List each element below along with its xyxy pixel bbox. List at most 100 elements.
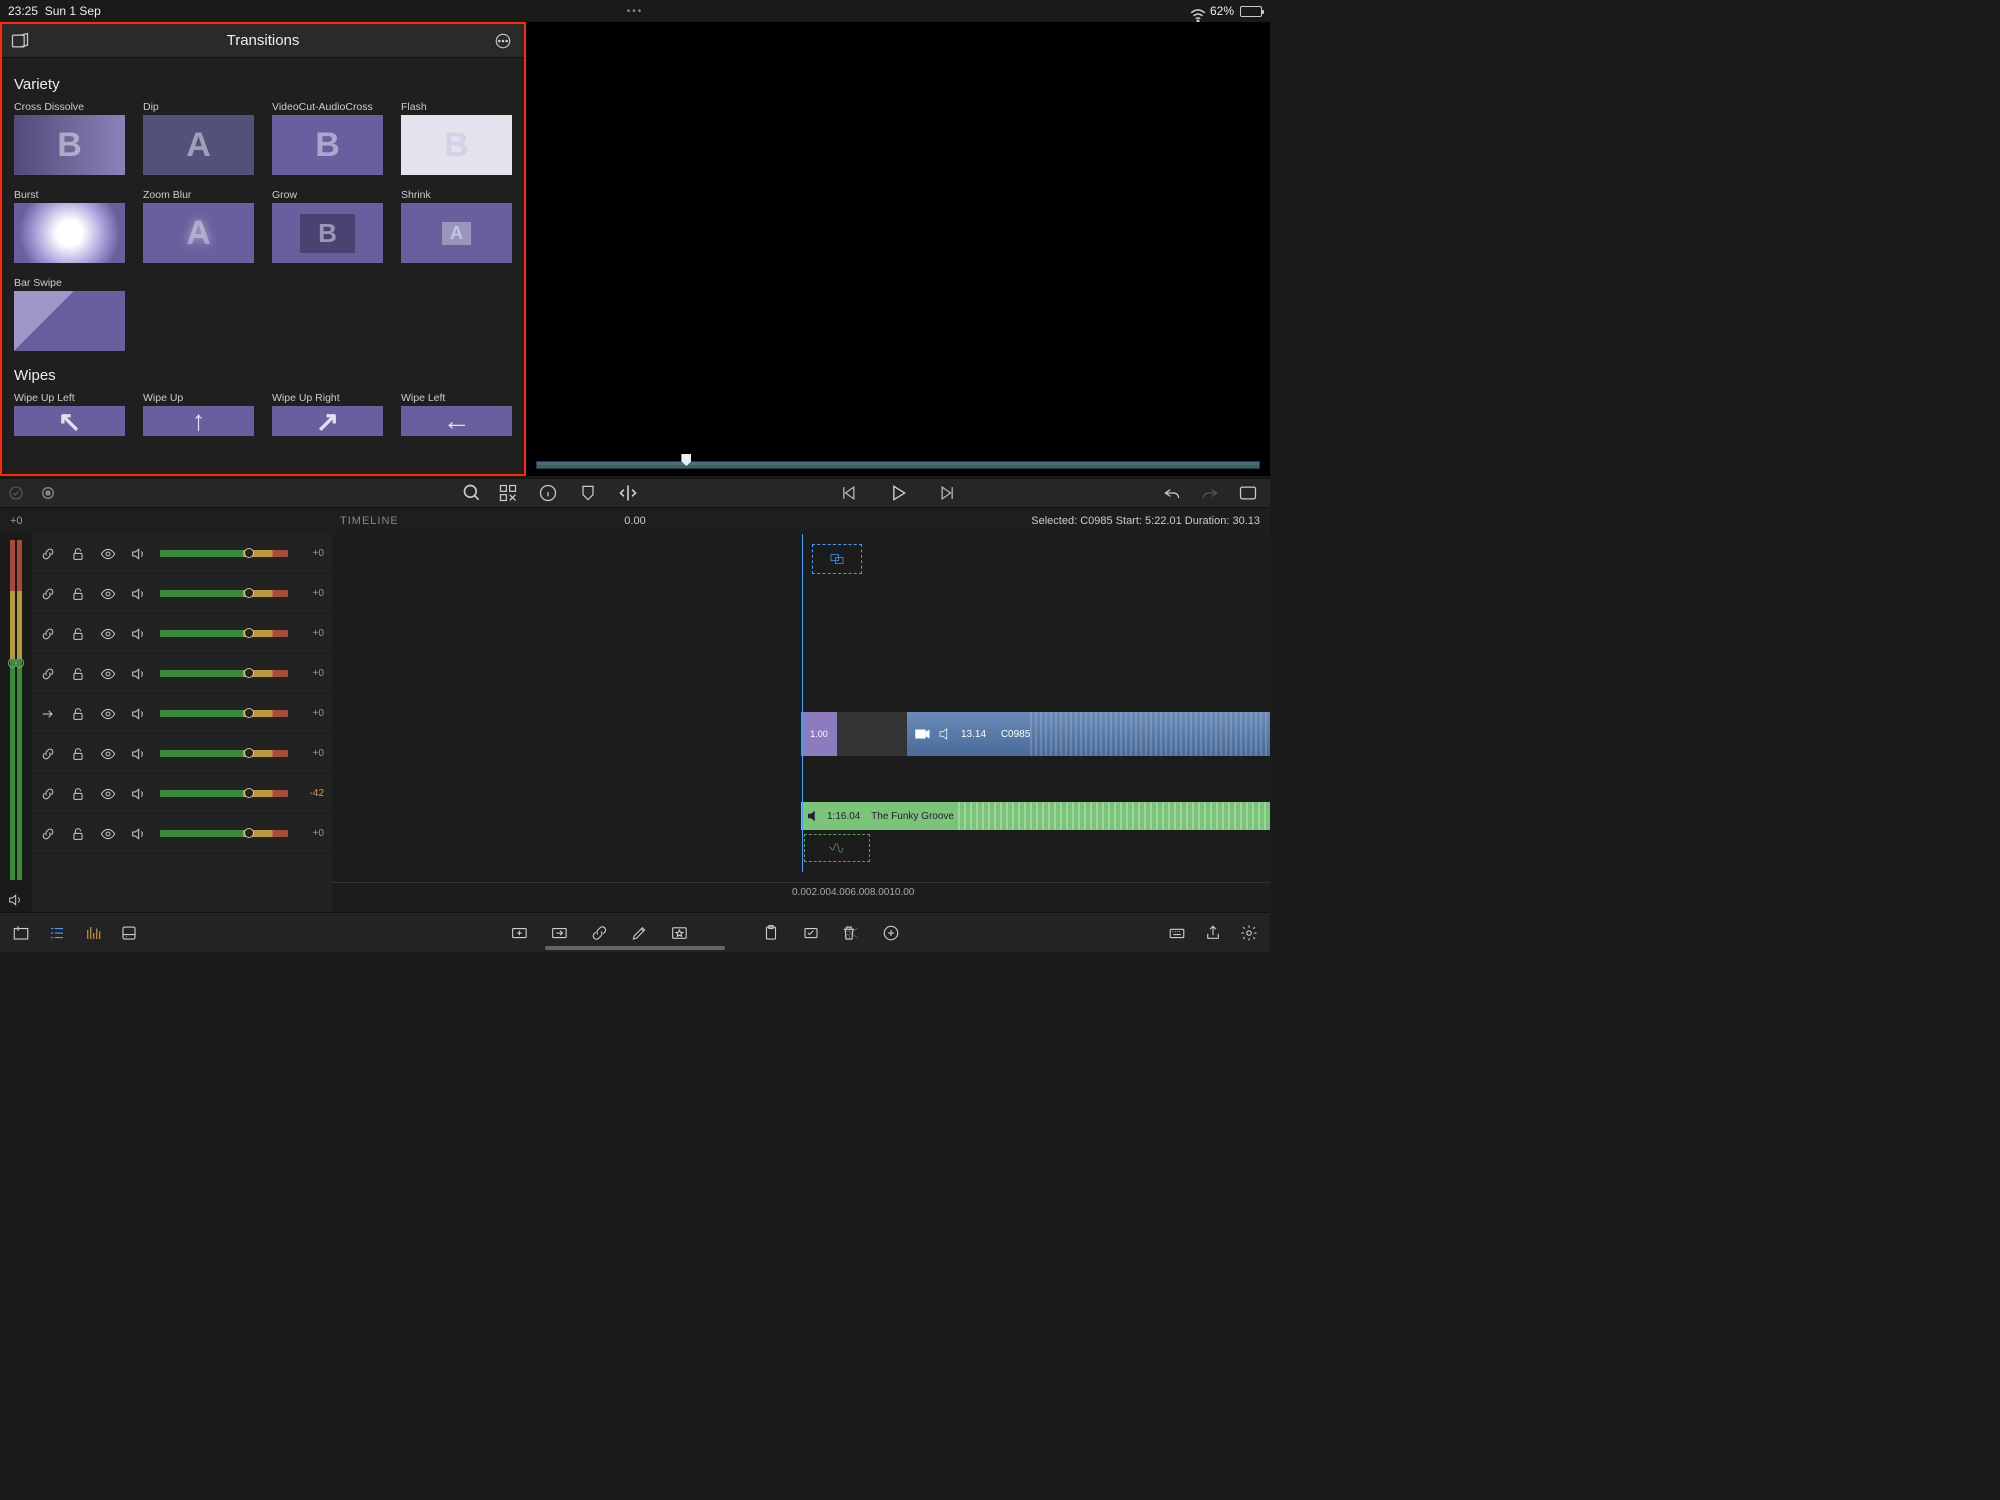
approve-checkmark-icon[interactable] (8, 485, 24, 501)
insert-clip-icon[interactable] (510, 924, 528, 942)
track-level-slider[interactable] (160, 790, 288, 797)
record-icon[interactable] (40, 485, 56, 501)
track-link-icon[interactable] (40, 626, 56, 642)
next-frame-icon[interactable] (938, 483, 958, 503)
settings-gear-icon[interactable] (1240, 924, 1258, 942)
track-lock-icon[interactable] (70, 546, 86, 562)
fullscreen-icon[interactable] (1238, 483, 1258, 503)
storage-icon[interactable] (120, 924, 138, 942)
track-audio-icon[interactable] (130, 786, 146, 802)
transition-thumbnail[interactable] (14, 291, 125, 351)
search-icon[interactable] (462, 483, 482, 503)
filter-grid-icon[interactable] (498, 483, 518, 503)
marker-shield-icon[interactable] (578, 483, 598, 503)
track-audio-icon[interactable] (130, 666, 146, 682)
track-lock-icon[interactable] (70, 746, 86, 762)
track-visibility-icon[interactable] (100, 546, 116, 562)
track-header[interactable]: +0 (32, 734, 332, 774)
transition-item[interactable]: Burst (14, 189, 125, 263)
undo-icon[interactable] (1162, 483, 1182, 503)
transition-item[interactable]: DipA (143, 101, 254, 175)
multitask-dots-icon[interactable]: ••• (627, 6, 644, 17)
prev-frame-icon[interactable] (838, 483, 858, 503)
track-header[interactable]: -42 (32, 774, 332, 814)
track-visibility-icon[interactable] (100, 786, 116, 802)
track-lock-icon[interactable] (70, 626, 86, 642)
layers-list-icon[interactable] (48, 924, 66, 942)
playhead[interactable] (802, 534, 803, 872)
transition-item[interactable]: VideoCut-AudioCrossB (272, 101, 383, 175)
track-level-slider[interactable] (160, 830, 288, 837)
transition-thumbnail[interactable]: B (272, 203, 383, 263)
transition-item[interactable]: GrowB (272, 189, 383, 263)
timeline-clips-area[interactable]: 1.00 13.14 C0985 1:16.04 The Funky Groov… (332, 534, 1270, 912)
transition-thumbnail[interactable] (14, 203, 125, 263)
transition-thumbnail[interactable]: ← (401, 406, 512, 436)
mini-playhead[interactable] (681, 454, 691, 466)
track-level-slider[interactable] (160, 630, 288, 637)
transition-thumbnail[interactable]: A (401, 203, 512, 263)
track-header[interactable]: +0 (32, 614, 332, 654)
track-link-icon[interactable] (40, 826, 56, 842)
transition-item[interactable]: Wipe Up↑ (143, 392, 254, 436)
transition-item[interactable]: Cross DissolveB (14, 101, 125, 175)
transition-thumbnail[interactable]: B (272, 115, 383, 175)
track-header[interactable]: +0 (32, 574, 332, 614)
checklist-icon[interactable] (802, 924, 820, 942)
overwrite-clip-icon[interactable] (550, 924, 568, 942)
track-level-slider[interactable] (160, 750, 288, 757)
track-lock-icon[interactable] (70, 666, 86, 682)
track-lock-icon[interactable] (70, 826, 86, 842)
track-header[interactable]: +0 (32, 814, 332, 854)
trash-icon[interactable] (840, 924, 858, 942)
track-visibility-icon[interactable] (100, 826, 116, 842)
track-audio-icon[interactable] (130, 706, 146, 722)
redo-icon[interactable] (1200, 483, 1220, 503)
track-level-slider[interactable] (160, 670, 288, 677)
transition-item[interactable]: FlashB (401, 101, 512, 175)
edit-pencil-icon[interactable] (630, 924, 648, 942)
track-link-icon[interactable] (40, 786, 56, 802)
transition-thumbnail[interactable]: ↖ (14, 406, 125, 436)
transition-thumbnail[interactable]: ↗ (272, 406, 383, 436)
track-lock-icon[interactable] (70, 786, 86, 802)
transition-thumbnail[interactable]: B (401, 115, 512, 175)
track-level-slider[interactable] (160, 590, 288, 597)
transition-item[interactable]: Wipe Up Right↗ (272, 392, 383, 436)
track-level-slider[interactable] (160, 710, 288, 717)
clip-handle[interactable]: 1.00 (801, 712, 837, 756)
add-plus-icon[interactable] (882, 924, 900, 942)
track-audio-icon[interactable] (130, 826, 146, 842)
transition-thumbnail[interactable]: A (143, 115, 254, 175)
transition-item[interactable]: Wipe Left← (401, 392, 512, 436)
split-view-icon[interactable] (618, 483, 638, 503)
track-level-slider[interactable] (160, 550, 288, 557)
expand-panel-icon[interactable] (10, 31, 30, 51)
info-icon[interactable] (538, 483, 558, 503)
transition-thumbnail[interactable]: A (143, 203, 254, 263)
keyboard-icon[interactable] (1168, 924, 1186, 942)
track-audio-icon[interactable] (130, 746, 146, 762)
transition-item[interactable]: Zoom BlurA (143, 189, 254, 263)
viewer-mini-timeline[interactable] (526, 454, 1270, 476)
track-link-icon[interactable] (40, 666, 56, 682)
timeline-ruler[interactable]: 0.002.004.006.008.0010.00 (332, 882, 1270, 912)
track-lock-icon[interactable] (70, 586, 86, 602)
track-header[interactable]: +0 (32, 534, 332, 574)
track-visibility-icon[interactable] (100, 666, 116, 682)
track-link-icon[interactable] (40, 586, 56, 602)
play-icon[interactable] (888, 483, 908, 503)
video-clip[interactable]: 1.00 13.14 C0985 (801, 712, 1270, 756)
track-audio-icon[interactable] (130, 546, 146, 562)
audio-clip[interactable]: 1:16.04 The Funky Groove (801, 802, 1270, 830)
track-lock-icon[interactable] (70, 706, 86, 722)
track-target-icon[interactable] (40, 706, 56, 722)
more-options-icon[interactable] (494, 32, 512, 50)
transition-thumbnail[interactable]: ↑ (143, 406, 254, 436)
home-indicator[interactable] (545, 946, 725, 950)
master-audio-icon[interactable] (7, 892, 23, 908)
favorite-star-icon[interactable] (670, 924, 688, 942)
share-export-icon[interactable] (1204, 924, 1222, 942)
track-link-icon[interactable] (40, 746, 56, 762)
track-visibility-icon[interactable] (100, 746, 116, 762)
